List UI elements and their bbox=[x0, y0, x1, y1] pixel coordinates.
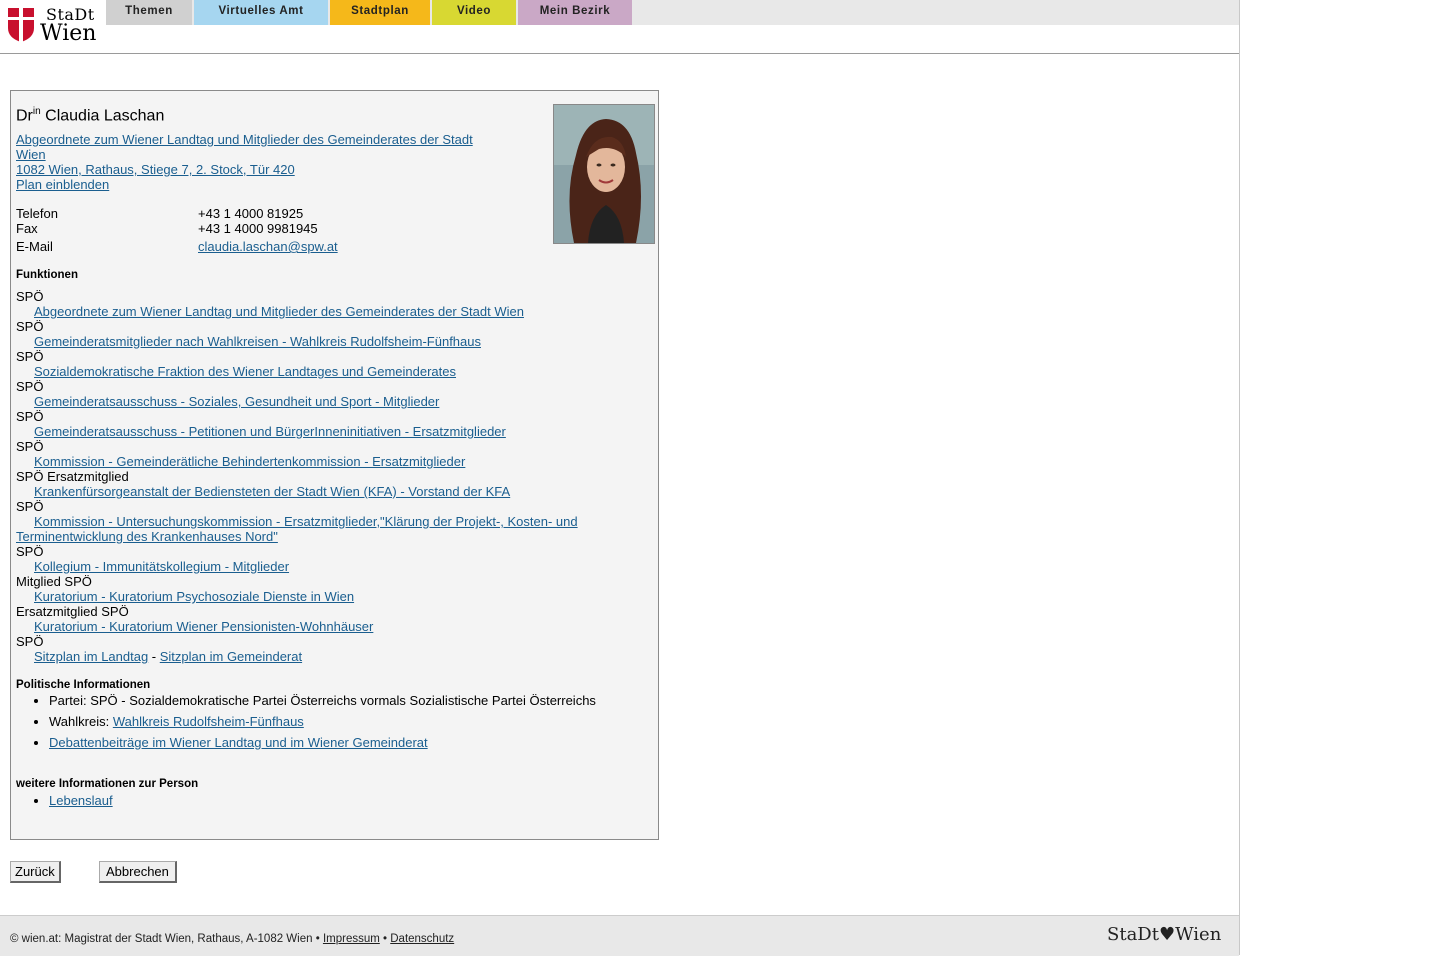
header: StaDt Wien Themen Virtuelles Amt Stadtpl… bbox=[0, 0, 1239, 54]
function-link[interactable]: Gemeinderatsausschuss - Soziales, Gesund… bbox=[34, 394, 439, 409]
footer: © wien.at: Magistrat der Stadt Wien, Rat… bbox=[0, 915, 1239, 956]
function-link[interactable]: Kuratorium - Kuratorium Psychosoziale Di… bbox=[34, 589, 354, 604]
page: StaDt Wien Themen Virtuelles Amt Stadtpl… bbox=[0, 0, 1240, 956]
function-item: SPÖ Sitzplan im Landtag - Sitzplan im Gem… bbox=[16, 634, 303, 664]
email-label: E-Mail bbox=[16, 239, 53, 254]
function-link[interactable]: Abgeordnete zum Wiener Landtag und Mitgl… bbox=[34, 304, 524, 319]
tab-stadtplan[interactable]: Stadtplan bbox=[330, 0, 430, 25]
debates-link[interactable]: Debattenbeiträge im Wiener Landtag und i… bbox=[49, 735, 428, 750]
fax-label: Fax bbox=[16, 221, 38, 236]
district-link[interactable]: Wahlkreis Rudolfsheim-Fünfhaus bbox=[113, 714, 304, 729]
role-link[interactable]: Abgeordnete zum Wiener Landtag und Mitgl… bbox=[16, 132, 486, 162]
function-link[interactable]: Gemeinderatsmitglieder nach Wahlkreisen … bbox=[34, 334, 481, 349]
address-block: Abgeordnete zum Wiener Landtag und Mitgl… bbox=[16, 132, 486, 192]
function-link[interactable]: Gemeinderatsausschuss - Petitionen und B… bbox=[34, 424, 506, 439]
phone-value: +43 1 4000 81925 bbox=[198, 206, 304, 221]
person-card: Drin Claudia Laschan Abgeordnete zum Wie… bbox=[10, 90, 659, 840]
contact-table: Telefon +43 1 4000 81925 Fax +43 1 4000 99… bbox=[16, 206, 416, 254]
function-item: Ersatzmitglied SPÖ Kuratorium - Kuratoriu… bbox=[16, 604, 374, 634]
function-link[interactable]: Kommission - Untersuchungskommission - E… bbox=[16, 514, 578, 544]
list-item: Debattenbeiträge im Wiener Landtag und i… bbox=[49, 735, 649, 750]
function-item: SPÖ Gemeinderatsausschuss - Petitionen un… bbox=[16, 409, 506, 439]
person-photo bbox=[553, 104, 655, 244]
footer-logo[interactable]: StaDt♥Wien bbox=[1107, 924, 1221, 945]
function-link[interactable]: Kollegium - Immunitätskollegium - Mitgli… bbox=[34, 559, 289, 574]
function-link[interactable]: Sozialdemokratische Fraktion des Wiener … bbox=[34, 364, 456, 379]
cancel-button[interactable]: Abbrechen bbox=[99, 861, 177, 883]
political-info-heading: Politische Informationen bbox=[16, 679, 151, 691]
address-link[interactable]: 1082 Wien, Rathaus, Stiege 7, 2. Stock, … bbox=[16, 162, 486, 177]
functions-heading: Funktionen bbox=[16, 269, 78, 281]
back-button[interactable]: Zurück bbox=[10, 861, 61, 883]
function-link[interactable]: Krankenfürsorgeanstalt der Bediensteten … bbox=[34, 484, 510, 499]
more-info-heading: weitere Informationen zur Person bbox=[16, 778, 199, 790]
main-nav: Themen Virtuelles Amt Stadtplan Video Me… bbox=[106, 0, 1239, 25]
function-item: SPÖ Kollegium - Immunitätskollegium - Mit… bbox=[16, 544, 290, 574]
person-name: Drin Claudia Laschan bbox=[16, 106, 165, 125]
impressum-link[interactable]: Impressum bbox=[323, 933, 380, 945]
phone-label: Telefon bbox=[16, 206, 58, 221]
fax-value: +43 1 4000 9981945 bbox=[198, 221, 318, 236]
show-map-link[interactable]: Plan einblenden bbox=[16, 177, 486, 192]
vienna-shield-icon bbox=[8, 8, 34, 42]
tab-video[interactable]: Video bbox=[432, 0, 516, 25]
cv-link[interactable]: Lebenslauf bbox=[49, 793, 113, 808]
list-item: Lebenslauf bbox=[49, 793, 113, 808]
function-item: SPÖ Kommission - Gemeinderätliche Behinde… bbox=[16, 439, 466, 469]
privacy-link[interactable]: Datenschutz bbox=[390, 933, 454, 945]
list-item: Partei: SPÖ - Sozialdemokratische Partei… bbox=[49, 693, 649, 708]
seating-gemeinderat-link[interactable]: Sitzplan im Gemeinderat bbox=[160, 649, 302, 664]
footer-text: © wien.at: Magistrat der Stadt Wien, Rat… bbox=[10, 933, 455, 945]
email-link[interactable]: claudia.laschan@spw.at bbox=[198, 239, 338, 254]
functions-list: SPÖ Abgeordnete zum Wiener Landtag und Mi… bbox=[16, 289, 616, 664]
function-item: SPÖ Sozialdemokratische Fraktion des Wien… bbox=[16, 349, 457, 379]
stadt-wien-logo[interactable]: StaDt Wien bbox=[6, 5, 101, 46]
political-info-list: Partei: SPÖ - Sozialdemokratische Partei… bbox=[16, 693, 649, 756]
logo-text-wien: Wien bbox=[40, 21, 97, 46]
more-info-list: Lebenslauf bbox=[16, 793, 113, 808]
function-item: SPÖ Kommission - Untersuchungskommission … bbox=[16, 499, 578, 544]
function-link[interactable]: Kuratorium - Kuratorium Wiener Pensionis… bbox=[34, 619, 373, 634]
list-item: Wahlkreis: Wahlkreis Rudolfsheim-Fünfhau… bbox=[49, 714, 649, 729]
tab-virtuelles-amt[interactable]: Virtuelles Amt bbox=[194, 0, 328, 25]
function-item: SPÖ Ersatzmitglied Krankenfürsorgeanstalt… bbox=[16, 469, 511, 499]
function-item: SPÖ Abgeordnete zum Wiener Landtag und Mi… bbox=[16, 289, 524, 319]
function-link[interactable]: Kommission - Gemeinderätliche Behinderte… bbox=[34, 454, 465, 469]
seating-landtag-link[interactable]: Sitzplan im Landtag bbox=[34, 649, 148, 664]
function-item: Mitglied SPÖ Kuratorium - Kuratorium Psyc… bbox=[16, 574, 355, 604]
tab-mein-bezirk[interactable]: Mein Bezirk bbox=[518, 0, 632, 25]
function-item: SPÖ Gemeinderatsmitglieder nach Wahlkreis… bbox=[16, 319, 481, 349]
tab-themen[interactable]: Themen bbox=[106, 0, 192, 25]
function-item: SPÖ Gemeinderatsausschuss - Soziales, Ges… bbox=[16, 379, 440, 409]
